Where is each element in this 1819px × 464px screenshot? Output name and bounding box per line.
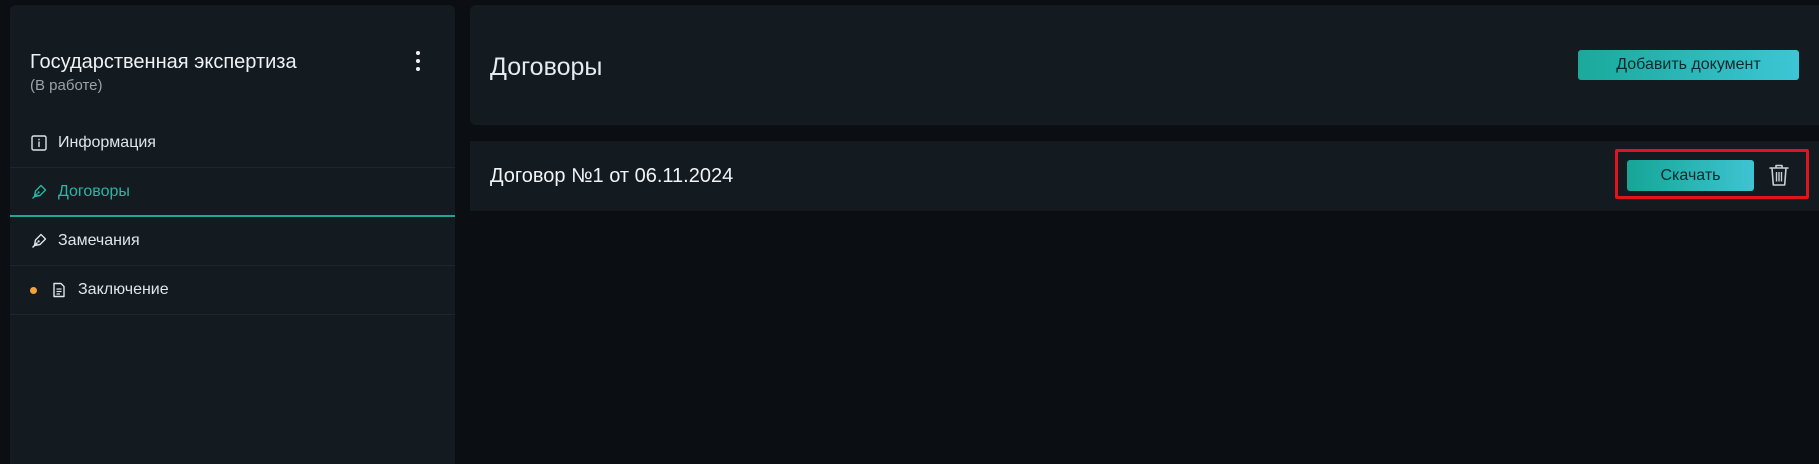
- project-header: Государственная экспертиза (В работе): [30, 50, 440, 96]
- page-header: Договоры Добавить документ: [470, 5, 1819, 125]
- sidebar-item-label: Замечания: [58, 232, 140, 249]
- page-title: Договоры: [490, 53, 603, 81]
- sidebar-menu: Информация Договоры Замечания Заключение: [10, 119, 455, 315]
- pen-icon: [30, 183, 48, 201]
- sidebar-item-information[interactable]: Информация: [10, 119, 455, 168]
- sidebar-item-contracts[interactable]: Договоры: [10, 168, 455, 217]
- sidebar: Государственная экспертиза (В работе) Ин…: [10, 5, 455, 464]
- sidebar-item-label: Заключение: [78, 281, 169, 298]
- sidebar-item-label: Информация: [58, 134, 156, 151]
- trash-icon[interactable]: [1767, 162, 1791, 188]
- sidebar-item-label: Договоры: [58, 182, 130, 200]
- sidebar-item-remarks[interactable]: Замечания: [10, 217, 455, 266]
- download-button[interactable]: Скачать: [1627, 160, 1754, 191]
- project-title: Государственная экспертиза: [30, 51, 297, 73]
- info-icon: [30, 134, 48, 152]
- sidebar-item-conclusion[interactable]: Заключение: [10, 266, 455, 315]
- pen-icon: [30, 232, 48, 250]
- document-title: Договор №1 от 06.11.2024: [490, 165, 734, 187]
- project-status: (В работе): [30, 77, 103, 94]
- more-options-icon[interactable]: [408, 47, 428, 75]
- add-document-button[interactable]: Добавить документ: [1578, 50, 1799, 80]
- document-icon: [50, 281, 68, 299]
- document-row: Договор №1 от 06.11.2024 Скачать: [470, 141, 1819, 211]
- status-dot: [30, 286, 37, 294]
